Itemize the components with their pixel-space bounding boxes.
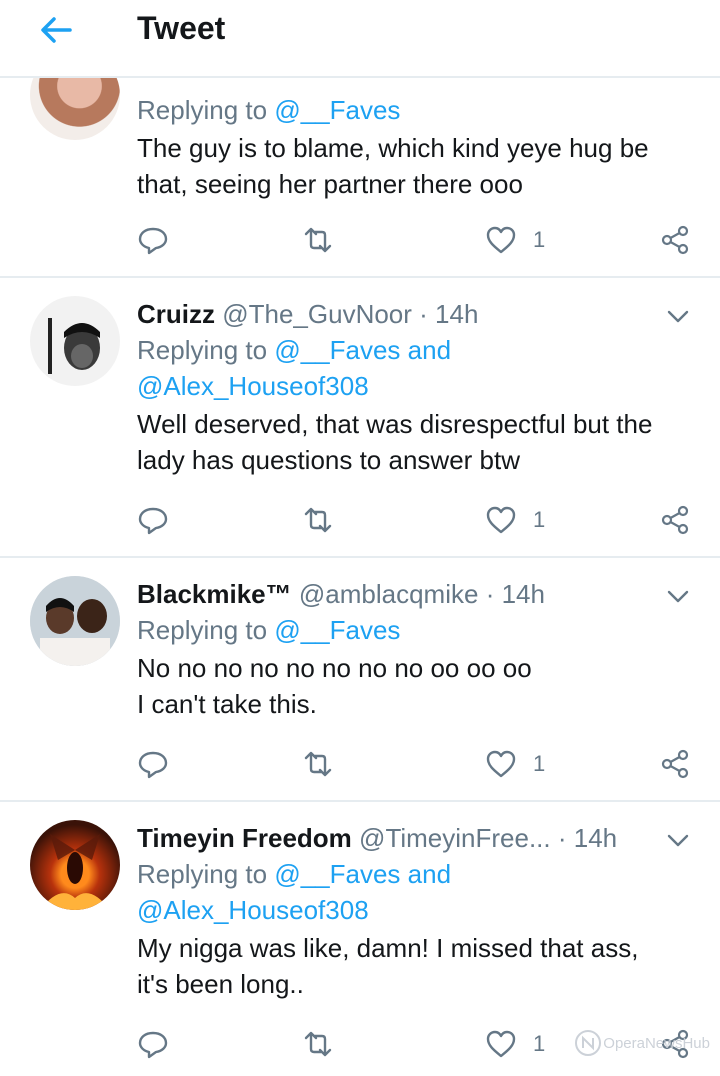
retweet-icon: [304, 507, 332, 533]
replying-to: Replying to @__Faves and @Alex_Houseof30…: [137, 856, 690, 928]
handle[interactable]: @amblacqmike: [299, 579, 479, 609]
timestamp: · 14h: [419, 299, 479, 329]
mention-link[interactable]: @Alex_Houseof308: [137, 368, 690, 404]
reply-button[interactable]: [137, 1024, 169, 1064]
reply-icon: [138, 227, 168, 255]
like-button[interactable]: 1: [485, 500, 545, 540]
retweet-icon: [304, 1031, 332, 1057]
reply-icon: [138, 751, 168, 779]
share-button[interactable]: [659, 500, 691, 540]
back-button[interactable]: [36, 10, 76, 50]
avatar-image: [30, 576, 120, 666]
retweet-button[interactable]: [302, 744, 334, 784]
arrow-left-icon: [41, 17, 72, 43]
retweet-button[interactable]: [302, 500, 334, 540]
tweet-actions: 1: [137, 220, 690, 260]
tweet-text: No no no no no no no no oo oo oo I can't…: [137, 653, 532, 719]
reply-button[interactable]: [137, 744, 169, 784]
reply-tweet[interactable]: Blackmike™ @amblacqmike · 14h Replying t…: [0, 558, 720, 802]
share-icon: [661, 225, 689, 255]
tweet-meta: Timeyin Freedom @TimeyinFree... · 14h: [137, 820, 690, 856]
like-count: 1: [533, 507, 546, 532]
heart-icon: [486, 506, 516, 534]
like-count: 1: [533, 227, 546, 252]
heart-icon: [486, 1030, 516, 1058]
avatar[interactable]: [30, 296, 120, 386]
tweet-text: My nigga was like, damn! I missed that a…: [137, 933, 639, 999]
mention-link[interactable]: @Alex_Houseof308: [137, 892, 690, 928]
avatar-image: [40, 834, 110, 910]
like-count: 1: [533, 751, 546, 776]
share-button[interactable]: [659, 744, 691, 784]
retweet-button[interactable]: [302, 220, 334, 260]
timestamp: · 14h: [557, 823, 618, 853]
chevron-down-icon[interactable]: [664, 826, 692, 854]
tweet-meta: Blackmike™ @amblacqmike · 14h: [137, 576, 690, 612]
chevron-down-icon[interactable]: [664, 582, 692, 610]
mention-link[interactable]: @__Faves and: [274, 335, 451, 365]
share-button[interactable]: [659, 220, 691, 260]
watermark: OperaNewsHub: [573, 1028, 710, 1058]
replying-to: Replying to @__Faves: [137, 95, 401, 125]
handle[interactable]: @TimeyinFree...: [359, 823, 551, 853]
avatar-image: [48, 318, 100, 374]
share-icon: [661, 749, 689, 779]
mention-link[interactable]: @__Faves: [274, 615, 400, 645]
reply-icon: [138, 507, 168, 535]
tweet-meta: Cruizz @The_GuvNoor · 14h: [137, 296, 690, 332]
tweet-actions: 1: [137, 500, 690, 540]
tweet-text: The guy is to blame, which kind yeye hug…: [137, 133, 649, 199]
avatar[interactable]: [30, 820, 120, 910]
retweet-icon: [304, 227, 332, 253]
tweet-actions: 1: [137, 744, 690, 784]
share-icon: [661, 505, 689, 535]
handle[interactable]: @The_GuvNoor: [222, 299, 412, 329]
like-count: 1: [533, 1031, 546, 1056]
avatar[interactable]: [30, 576, 120, 666]
display-name[interactable]: Timeyin Freedom: [137, 823, 352, 853]
display-name[interactable]: Blackmike™: [137, 579, 292, 609]
mention-link[interactable]: @__Faves and: [274, 859, 451, 889]
reply-icon: [138, 1031, 168, 1059]
timestamp: · 14h: [485, 579, 545, 609]
watermark-logo-icon: [575, 1030, 602, 1056]
like-button[interactable]: 1: [485, 744, 545, 784]
top-bar: Tweet: [0, 0, 720, 78]
mention-link[interactable]: @__Faves: [274, 95, 400, 125]
retweet-button[interactable]: [302, 1024, 334, 1064]
replying-to: Replying to @__Faves: [137, 615, 401, 645]
reply-button[interactable]: [137, 500, 169, 540]
heart-icon: [486, 226, 516, 254]
reply-tweet[interactable]: Replying to @__Faves The guy is to blame…: [0, 50, 720, 278]
tweet-text: Well deserved, that was disrespectful bu…: [137, 409, 653, 475]
like-button[interactable]: 1: [485, 220, 545, 260]
retweet-icon: [304, 751, 332, 777]
display-name[interactable]: Cruizz: [137, 299, 215, 329]
like-button[interactable]: 1: [485, 1024, 545, 1064]
replying-to: Replying to @__Faves and @Alex_Houseof30…: [137, 332, 690, 404]
reply-button[interactable]: [137, 220, 169, 260]
reply-tweet[interactable]: Cruizz @The_GuvNoor · 14h Replying to @_…: [0, 278, 720, 558]
chevron-down-icon[interactable]: [664, 302, 692, 330]
heart-icon: [486, 750, 516, 778]
page-title: Tweet: [137, 10, 226, 46]
